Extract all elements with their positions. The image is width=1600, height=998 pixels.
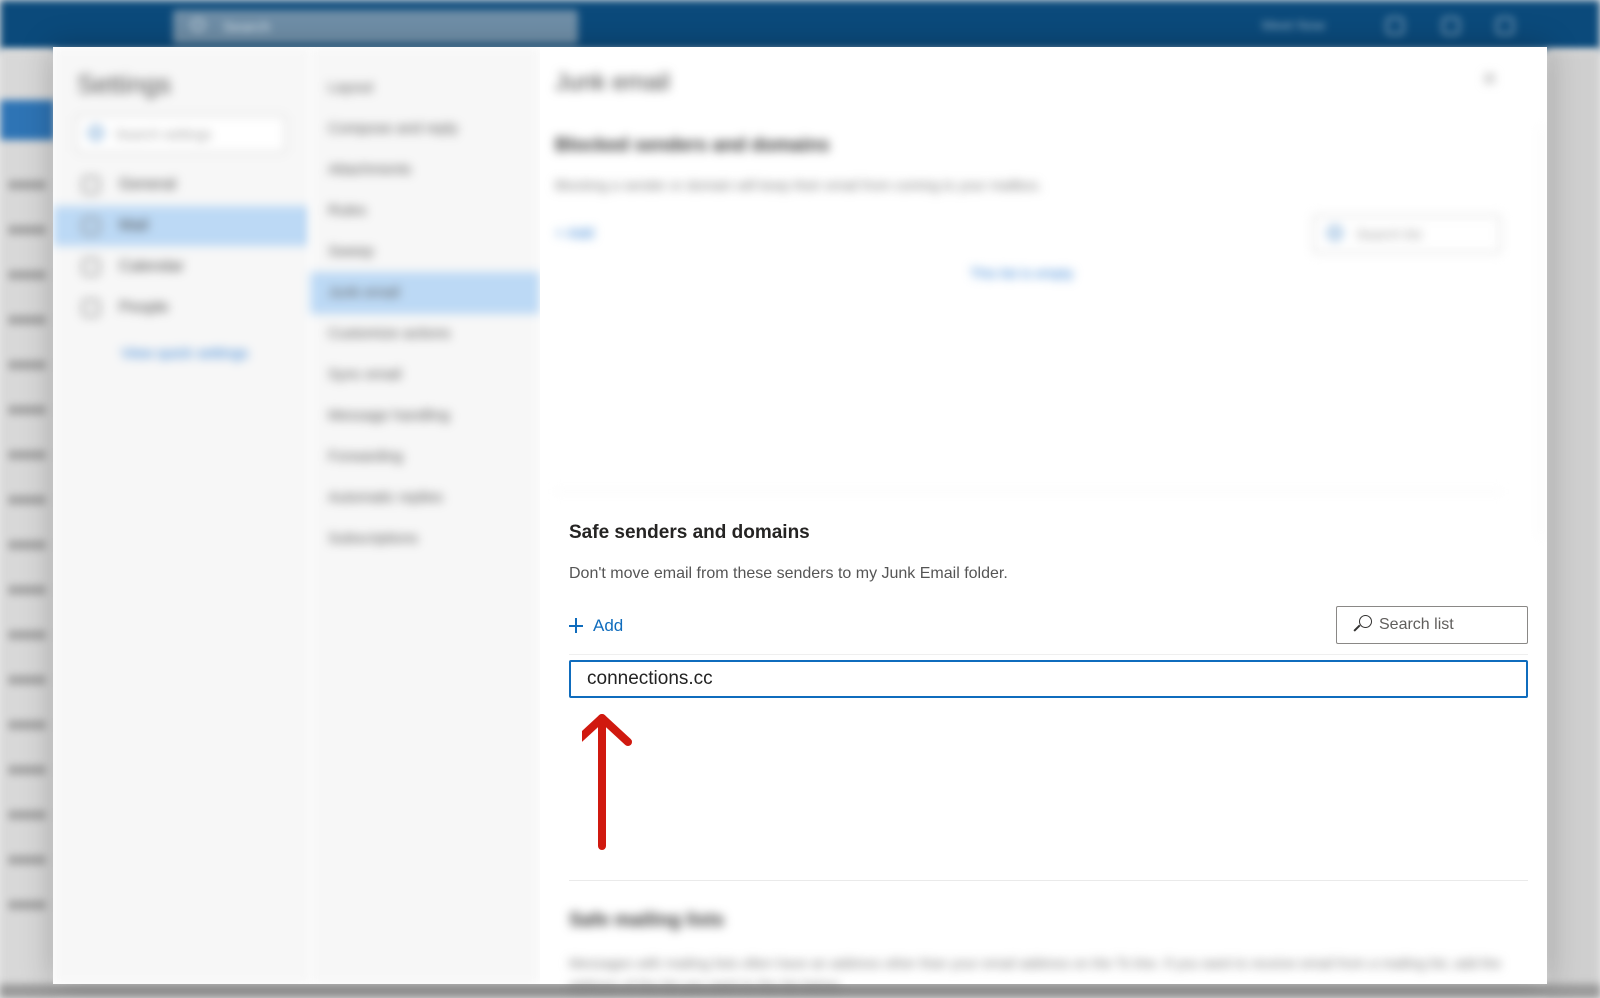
subnav-item-message-handling[interactable]: Message handling <box>310 395 540 437</box>
new-message-button[interactable] <box>0 100 55 140</box>
scrollbar[interactable] <box>1540 127 1542 537</box>
mail-icon <box>82 217 100 235</box>
nav-item-general[interactable]: General <box>53 165 310 205</box>
subnav-item-sync-email[interactable]: Sync email <box>310 354 540 396</box>
subnav-item-sweep[interactable]: Sweep <box>310 231 540 273</box>
settings-icon[interactable] <box>1496 17 1514 35</box>
subnav-item-layout[interactable]: Layout <box>310 67 540 109</box>
plus-icon <box>569 615 585 637</box>
safe-mailing-lists-title: Safe mailing lists <box>569 910 725 931</box>
subnav-item-label: Sync email <box>328 366 402 383</box>
close-icon[interactable]: ✕ <box>1482 69 1497 90</box>
nav-item-people[interactable]: People <box>53 288 310 328</box>
meet-now-button[interactable]: Meet Now <box>1262 17 1325 33</box>
global-search-placeholder: Search <box>223 19 271 36</box>
subnav-item-label: Compose and reply <box>328 120 459 137</box>
list-divider <box>569 654 1528 655</box>
nav-item-calendar[interactable]: Calendar <box>53 247 310 287</box>
blocked-search-box[interactable]: Search list <box>1313 215 1501 253</box>
subnav-item-label: Rules <box>328 202 367 219</box>
search-icon <box>89 126 103 140</box>
settings-search-box[interactable]: Search settings <box>76 115 286 153</box>
blocked-senders-description: Blocking a sender or domain will keep th… <box>555 177 1043 193</box>
subnav-item-forwarding[interactable]: Forwarding <box>310 436 540 478</box>
subnav-item-label: Junk email <box>328 284 400 301</box>
subnav-item-attachments[interactable]: Attachments <box>310 149 540 191</box>
safe-senders-description: Don't move email from these senders to m… <box>569 565 1008 582</box>
blocked-add-label: Add <box>567 225 594 242</box>
settings-title: Settings <box>77 69 171 99</box>
teams-icon[interactable] <box>1386 17 1404 35</box>
safe-search-box[interactable] <box>1336 606 1528 644</box>
nav-item-label: Calendar <box>119 258 184 275</box>
subnav-item-label: Message handling <box>328 407 450 424</box>
blocked-add-button[interactable]: + Add <box>555 225 594 242</box>
subnav-item-label: Subscriptions <box>328 530 419 547</box>
safe-mailing-lists-description: Messages with mailing lists often have a… <box>569 955 1501 993</box>
nav-item-label: People <box>119 299 169 316</box>
top-bar: Search Meet Now <box>0 0 1600 50</box>
folder-pane <box>0 50 55 998</box>
global-search-box[interactable]: Search <box>173 10 578 44</box>
view-quick-settings-link[interactable]: View quick settings <box>121 345 248 362</box>
junk-email-pane: Junk email ✕ Blocked senders and domains… <box>540 47 1547 984</box>
nav-item-label: General <box>119 176 176 193</box>
subnav-item-label: Automatic replies <box>328 489 444 506</box>
subnav-item-rules[interactable]: Rules <box>310 190 540 232</box>
people-icon <box>82 299 100 317</box>
safe-sender-entry-input[interactable] <box>587 667 1487 691</box>
safe-sender-entry-box[interactable] <box>569 660 1528 698</box>
subnav-item-label: Forwarding <box>328 448 404 465</box>
nav-item-mail[interactable]: Mail <box>53 206 310 246</box>
safe-search-input[interactable] <box>1379 613 1519 637</box>
search-icon <box>191 18 205 32</box>
blocked-senders-title: Blocked senders and domains <box>555 135 830 156</box>
search-icon <box>1353 615 1373 635</box>
calendar-icon <box>82 258 100 276</box>
settings-nav: Settings Search settings General Mail Ca… <box>53 47 310 984</box>
subnav-item-junk-email[interactable]: Junk email <box>310 272 540 314</box>
gear-icon <box>82 176 100 194</box>
subnav-item-compose[interactable]: Compose and reply <box>310 108 540 150</box>
reading-pane-edge <box>1547 50 1600 998</box>
page-title: Junk email <box>555 69 670 96</box>
blocked-empty-note: This list is empty <box>970 265 1074 281</box>
subnav-item-label: Layout <box>328 79 374 96</box>
safe-senders-title: Safe senders and domains <box>569 522 810 543</box>
feedback-icon[interactable] <box>1442 17 1460 35</box>
section-divider <box>569 880 1528 881</box>
subnav-item-label: Sweep <box>328 243 374 260</box>
subnav-item-label: Attachments <box>328 161 412 178</box>
subnav-item-subscriptions[interactable]: Subscriptions <box>310 518 540 560</box>
subnav-item-automatic-replies[interactable]: Automatic replies <box>310 477 540 519</box>
search-icon <box>1328 226 1342 240</box>
settings-search-placeholder: Search settings <box>115 126 212 142</box>
annotation-arrow-icon <box>582 714 632 850</box>
blocked-search-placeholder: Search list <box>1356 226 1422 242</box>
section-divider <box>555 491 1502 492</box>
safe-add-label: Add <box>593 616 624 635</box>
settings-dialog: Settings Search settings General Mail Ca… <box>53 47 1547 984</box>
subnav-item-label: Customize actions <box>328 325 451 342</box>
subnav-item-customize-actions[interactable]: Customize actions <box>310 313 540 355</box>
nav-item-label: Mail <box>119 217 149 234</box>
mail-subnav: Layout Compose and reply Attachments Rul… <box>310 47 540 984</box>
